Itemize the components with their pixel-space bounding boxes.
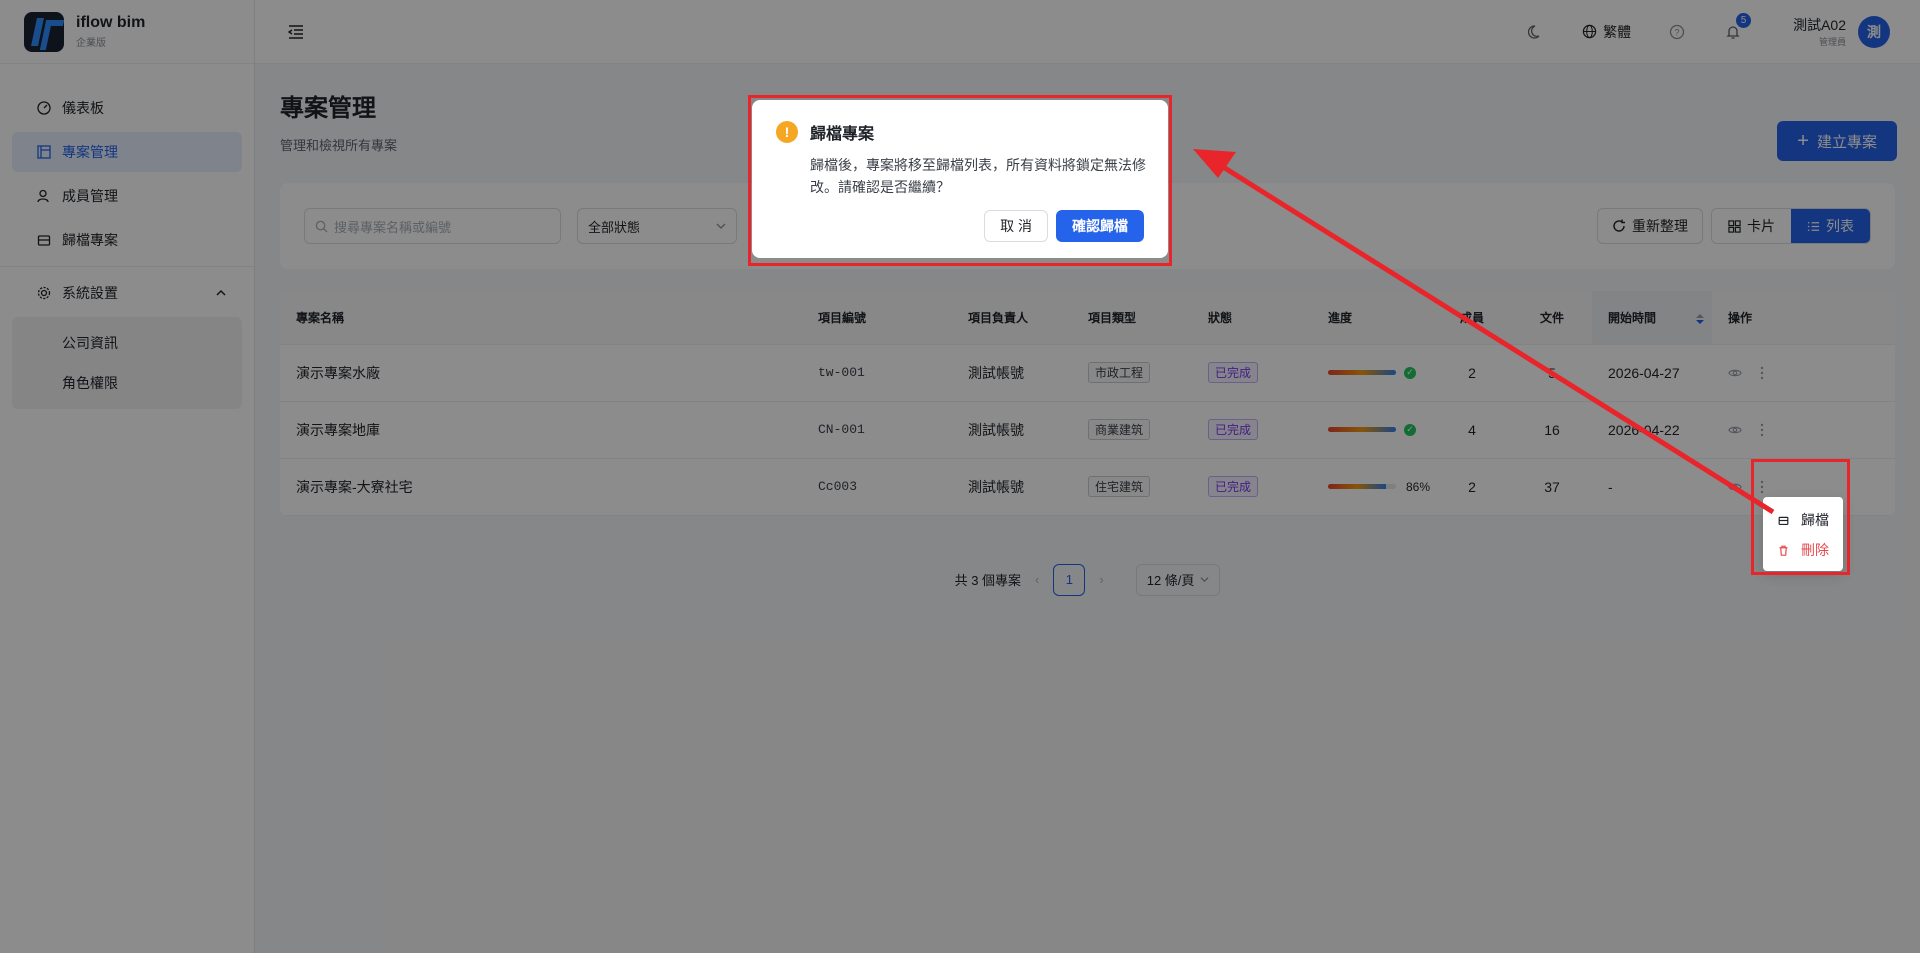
app-root: iflow bim 企業版 儀表板 專案管理 成員管理 歸檔專案 系統設置 公司… [0, 0, 1920, 953]
annotation-highlight-dialog [748, 95, 1172, 266]
annotation-highlight-menu [1751, 459, 1850, 575]
